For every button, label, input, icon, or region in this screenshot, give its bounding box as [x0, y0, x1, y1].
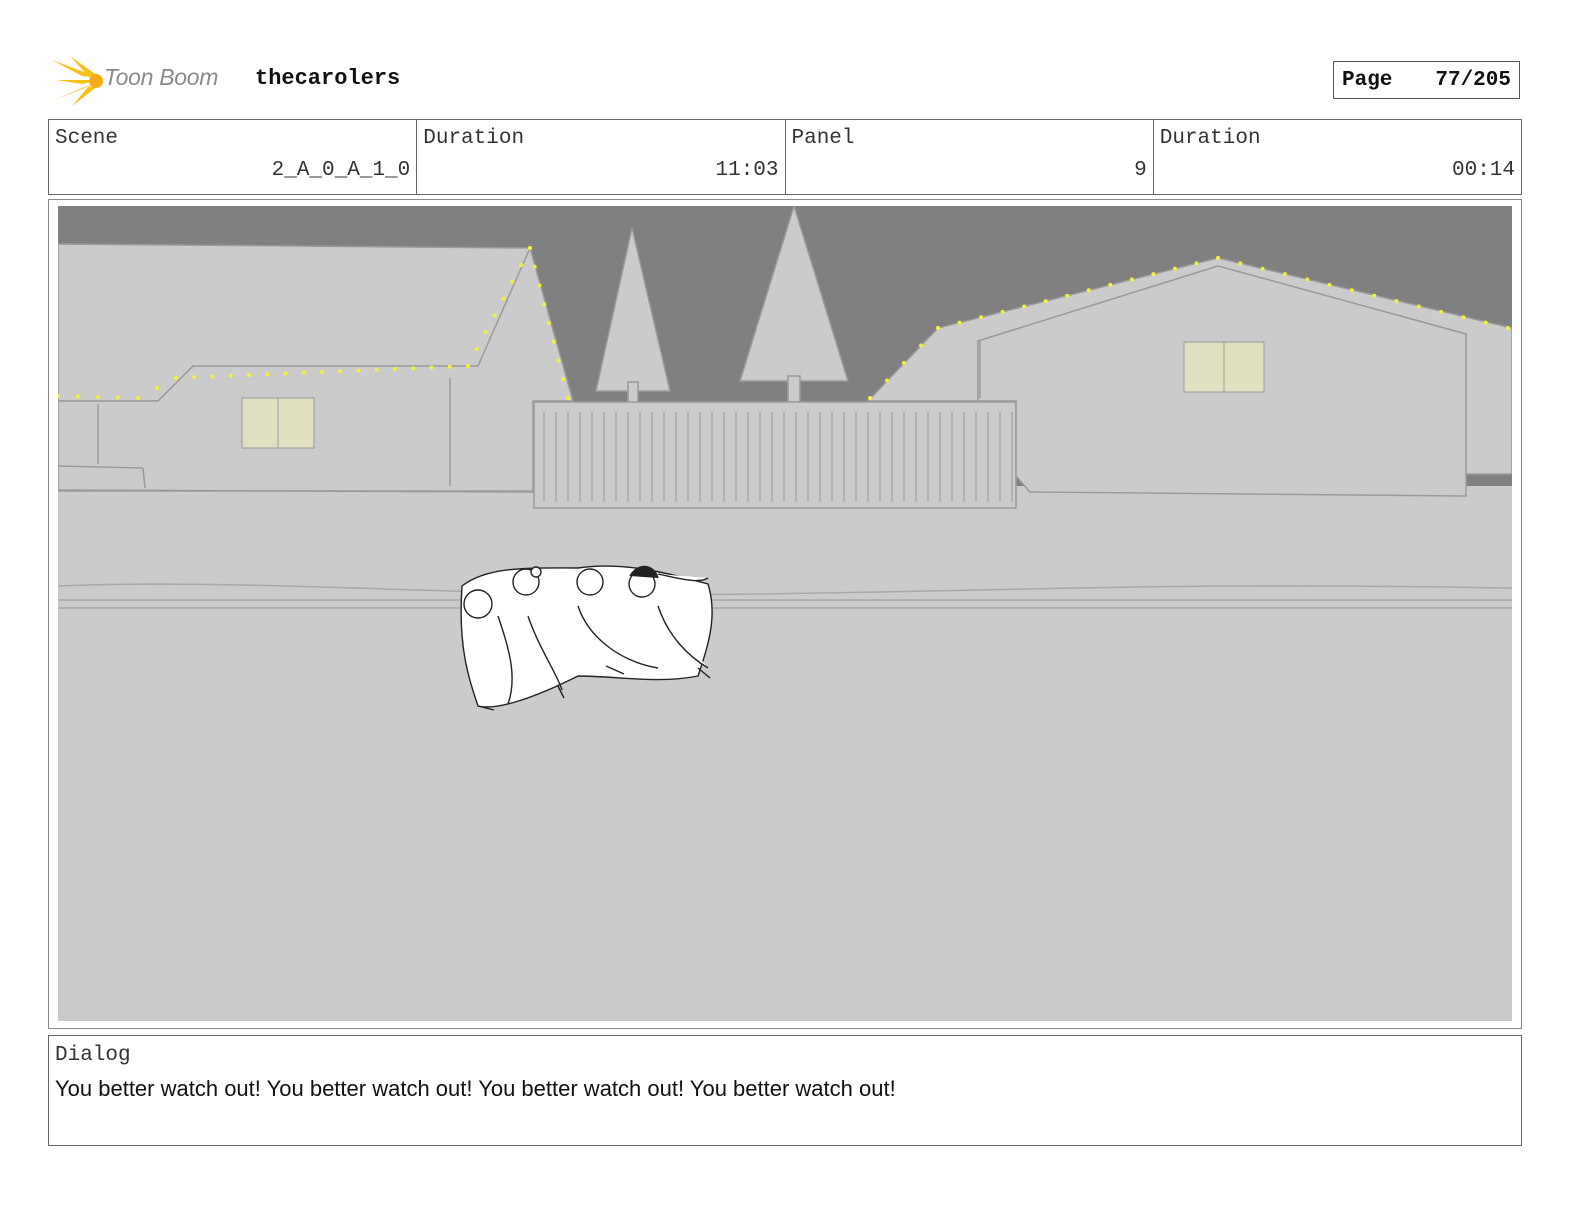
- light-bulb: [1172, 266, 1177, 271]
- page-label: Page: [1342, 68, 1393, 92]
- light-bulb: [76, 394, 80, 399]
- fence: [533, 401, 1017, 509]
- light-bulb: [301, 370, 306, 375]
- page-number: 77/205: [1435, 68, 1511, 92]
- light-bulb: [1216, 256, 1220, 260]
- light-bulb: [96, 395, 100, 399]
- ground: [58, 486, 1512, 1021]
- light-bulb: [1000, 309, 1005, 314]
- light-bulb: [1506, 326, 1510, 330]
- logo-text: Toon Boom: [104, 64, 219, 90]
- light-bulb: [1416, 304, 1421, 309]
- light-bulb: [374, 367, 379, 372]
- light-bulb: [979, 315, 984, 320]
- project-title: thecarolers: [255, 66, 401, 91]
- light-bulb: [1394, 299, 1399, 304]
- light-bulb: [1439, 309, 1444, 314]
- light-bulb: [1305, 277, 1310, 282]
- light-bulb: [265, 372, 270, 377]
- light-bulb: [492, 313, 497, 318]
- scene-label: Scene: [55, 127, 119, 150]
- light-bulb: [155, 386, 159, 390]
- light-bulb: [1483, 320, 1488, 325]
- panel-duration-cell: Duration 00:14: [1154, 120, 1521, 194]
- storyboard-panel-image: [58, 206, 1512, 1021]
- light-bulb: [174, 376, 178, 380]
- light-bulb: [919, 343, 923, 348]
- light-bulb: [483, 330, 488, 335]
- light-bulb: [393, 367, 397, 371]
- scene-cell: Scene 2_A_0_A_1_0: [49, 120, 418, 194]
- light-bulb: [356, 368, 361, 373]
- light-bulb: [411, 366, 416, 371]
- dialog-label: Dialog: [55, 1044, 131, 1067]
- light-bulb: [902, 361, 906, 365]
- dialog-text: You better watch out! You better watch o…: [55, 1076, 896, 1101]
- light-bulb: [868, 396, 872, 400]
- light-bulb: [1282, 272, 1287, 277]
- light-bulb: [537, 283, 542, 288]
- light-bulb: [1086, 288, 1091, 293]
- left-house: [58, 243, 574, 493]
- light-bulb: [466, 364, 470, 368]
- panel-duration-value: 00:14: [1451, 159, 1515, 182]
- light-bulb: [885, 378, 889, 383]
- light-bulb: [228, 373, 233, 378]
- scene-duration-cell: Duration 11:03: [417, 120, 786, 194]
- light-bulb: [447, 364, 452, 369]
- light-bulb: [551, 339, 556, 344]
- panel-duration-label: Duration: [1159, 127, 1261, 150]
- light-bulb: [547, 321, 551, 325]
- scene-value: 2_A_0_A_1_0: [271, 159, 411, 182]
- light-bulb: [957, 320, 962, 325]
- light-bulb: [1108, 282, 1113, 287]
- light-bulb: [1043, 299, 1048, 304]
- light-bulb: [429, 365, 434, 370]
- light-bulb: [556, 358, 561, 363]
- dialog-box: Dialog You better watch out! You better …: [48, 1035, 1522, 1146]
- light-bulb: [528, 246, 532, 250]
- light-bulb: [320, 370, 324, 374]
- light-bulb: [1022, 304, 1027, 309]
- panel-label: Panel: [791, 127, 855, 150]
- light-bulb: [566, 396, 570, 400]
- light-bulb: [1349, 288, 1354, 293]
- scene-duration-value: 11:03: [715, 159, 779, 182]
- light-bulb: [1238, 261, 1243, 266]
- light-bulb: [1151, 272, 1156, 277]
- light-bulb: [1129, 277, 1134, 282]
- light-bulb: [116, 395, 120, 400]
- scene-duration-label: Duration: [423, 127, 525, 150]
- light-bulb: [561, 377, 566, 382]
- light-bulb: [519, 262, 524, 267]
- page-indicator: Page 77/205: [1333, 61, 1520, 99]
- light-bulb: [532, 264, 537, 269]
- light-bulb: [338, 369, 343, 374]
- light-bulb: [501, 296, 506, 301]
- panel-value: 9: [1134, 159, 1147, 182]
- light-bulb: [136, 396, 140, 400]
- light-bulb: [542, 302, 547, 307]
- panel-cell: Panel 9: [786, 120, 1154, 194]
- light-bulb: [1194, 261, 1199, 266]
- light-bulb: [936, 326, 940, 330]
- light-bulb: [474, 347, 479, 352]
- light-bulb: [1065, 293, 1070, 298]
- light-bulb: [1260, 266, 1265, 271]
- light-bulb: [1461, 315, 1466, 320]
- light-bulb: [210, 374, 215, 379]
- scene-info-table: Scene 2_A_0_A_1_0 Duration 11:03 Panel 9…: [48, 119, 1522, 195]
- light-bulb: [1327, 282, 1332, 287]
- light-bulb: [510, 279, 515, 284]
- light-bulb: [192, 375, 197, 380]
- light-bulb: [1372, 293, 1377, 298]
- light-bulb: [247, 373, 251, 377]
- light-bulb: [283, 371, 288, 376]
